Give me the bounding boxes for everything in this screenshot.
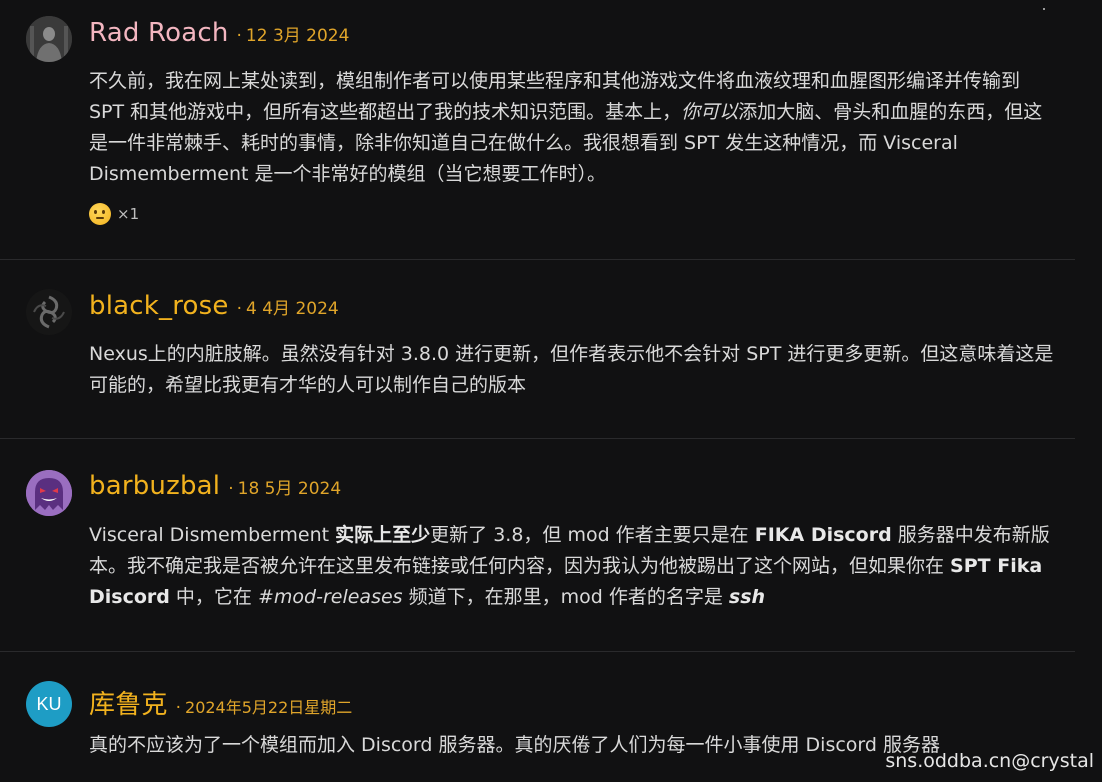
body-text: 中，它在 xyxy=(169,586,258,608)
comment-body: Nexus上的内脏肢解。虽然没有针对 3.8.0 进行更新，但作者表示他不会针对… xyxy=(89,343,1054,396)
avatar[interactable] xyxy=(26,16,72,62)
body-bold-italic: ssh xyxy=(728,586,766,608)
divider xyxy=(0,259,1075,260)
author-name[interactable]: black_rose xyxy=(89,291,229,321)
comment-header: Rad Roach · 12 3月 2024 xyxy=(89,18,349,48)
body-text: Visceral Dismemberment xyxy=(89,524,336,546)
reaction-count: ×1 xyxy=(117,205,140,223)
body-italic: #mod-releases xyxy=(257,586,403,608)
separator: · xyxy=(228,479,234,499)
avatar[interactable] xyxy=(26,289,72,335)
gray-figure-avatar-icon xyxy=(26,16,72,62)
author-name[interactable]: Rad Roach xyxy=(89,18,229,48)
reaction-button[interactable]: ×1 xyxy=(89,203,139,225)
watermark: sns.oddba.cn@crystal xyxy=(885,750,1094,772)
decorative-dot xyxy=(1043,8,1045,10)
body-italic: 你可以 xyxy=(681,101,739,123)
body-bold: 实际上至少 xyxy=(335,524,431,546)
black-rose-avatar-icon xyxy=(26,289,72,335)
comment-date[interactable]: 2024年5月22日星期二 xyxy=(185,698,352,717)
separator: · xyxy=(236,299,242,319)
author-name[interactable]: barbuzbal xyxy=(89,471,220,501)
avatar[interactable] xyxy=(26,470,72,516)
body-text: 频道下，在那里，mod 作者的名字是 xyxy=(402,586,729,608)
purple-ghost-avatar-icon xyxy=(26,470,72,516)
comment-date[interactable]: 12 3月 2024 xyxy=(246,26,350,46)
divider xyxy=(0,651,1075,652)
body-text: 更新了 3.8，但 mod 作者主要只是在 xyxy=(430,524,755,546)
comment-header: 库鲁克 · 2024年5月22日星期二 xyxy=(89,684,352,721)
separator: · xyxy=(236,26,242,46)
comment-header: black_rose · 4 4月 2024 xyxy=(89,291,339,321)
avatar[interactable]: KU xyxy=(26,681,72,727)
avatar-initials: KU xyxy=(36,693,62,714)
author-name[interactable]: 库鲁克 xyxy=(89,690,168,720)
comment-date[interactable]: 18 5月 2024 xyxy=(238,479,342,499)
divider xyxy=(0,438,1075,439)
comment-header: barbuzbal · 18 5月 2024 xyxy=(89,471,341,501)
comment-date[interactable]: 4 4月 2024 xyxy=(246,299,339,319)
comment-body: Visceral Dismemberment 实际上至少更新了 3.8，但 mo… xyxy=(89,520,1054,613)
thinking-face-icon xyxy=(89,203,111,225)
body-bold: FIKA Discord xyxy=(754,524,892,546)
separator: · xyxy=(175,698,182,718)
comment-body: 不久前，我在网上某处读到，模组制作者可以使用某些程序和其他游戏文件将血液纹理和血… xyxy=(89,66,1054,190)
